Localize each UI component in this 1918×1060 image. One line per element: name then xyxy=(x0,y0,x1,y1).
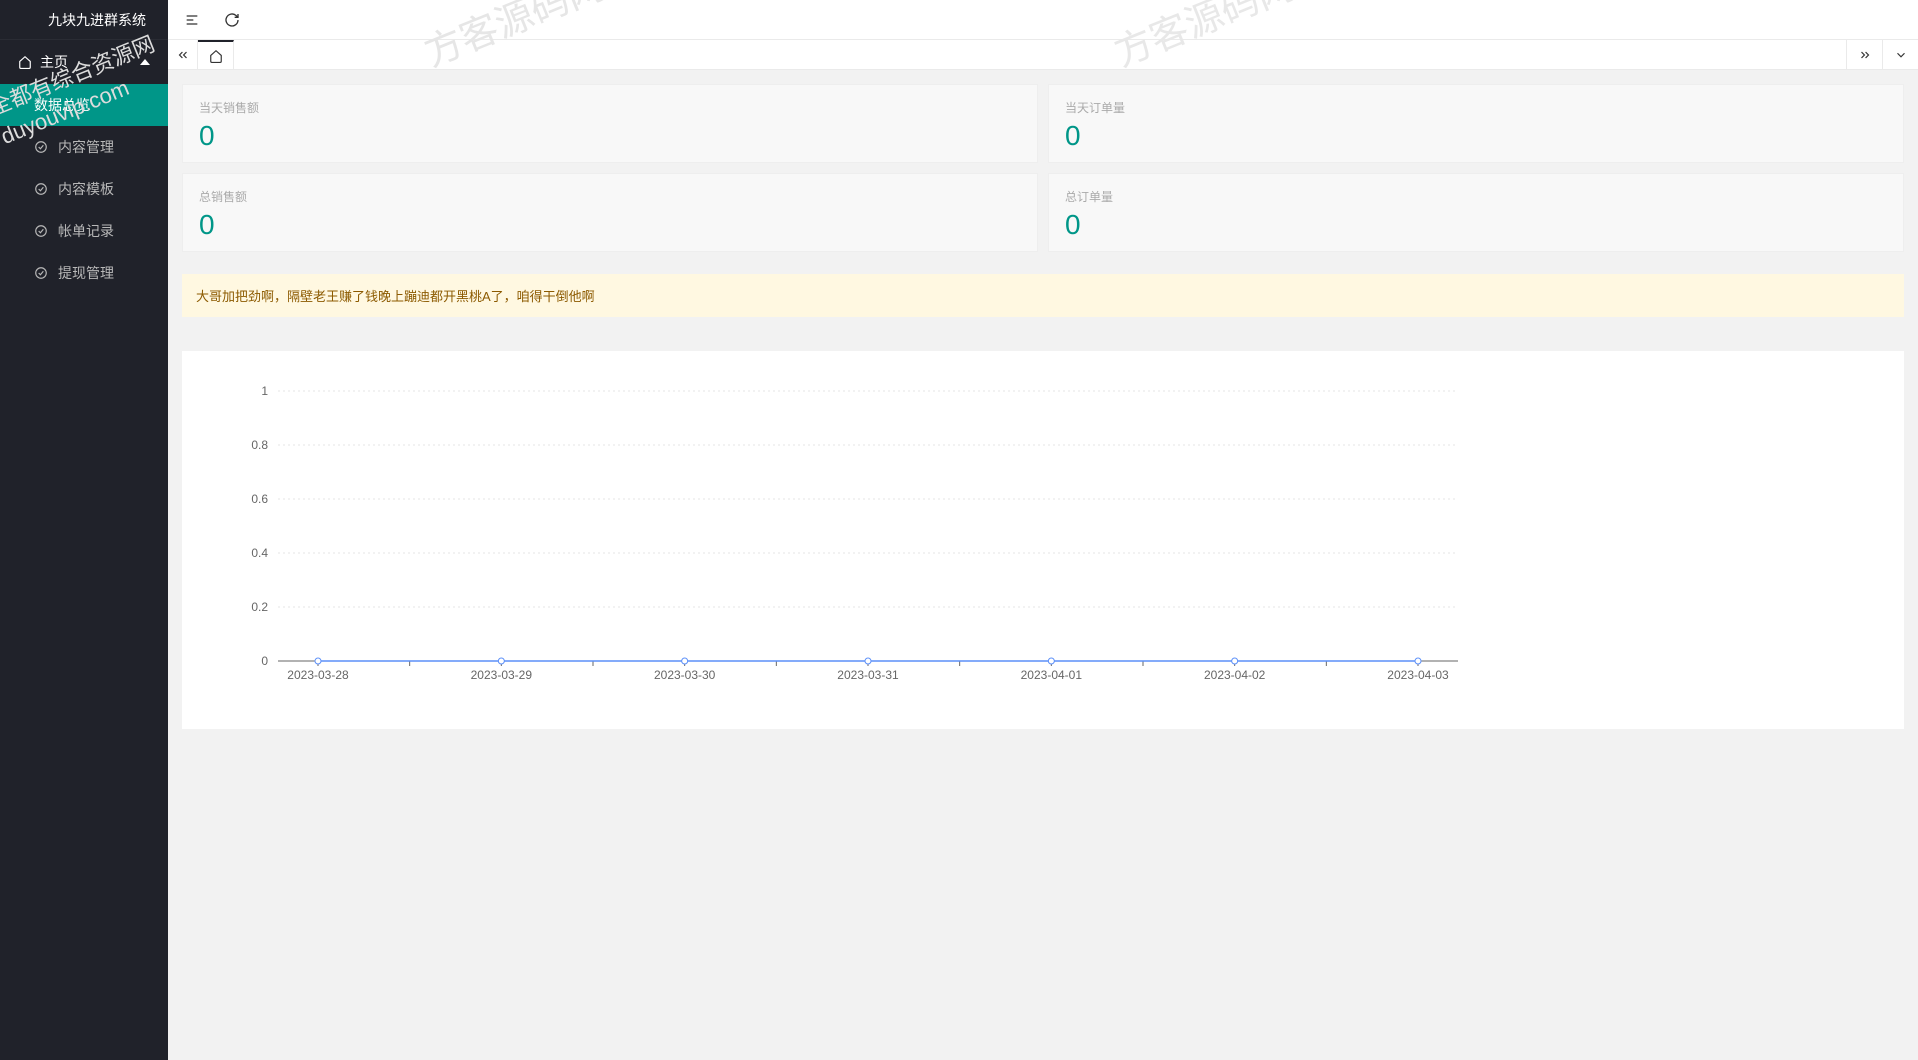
nav-group-label: 主页 xyxy=(40,40,68,84)
collapse-sidebar-button[interactable] xyxy=(182,10,202,30)
line-chart: 0 0.2 0.4 0.6 0.8 1 2023-03-28 2023-03-29 2023-0… xyxy=(208,381,1878,691)
sidebar-nav: 主页 数据总览 内容管理 内容模板 帐单记录 提现管理 xyxy=(0,40,168,294)
checkmark-icon xyxy=(34,224,48,238)
chart-panel: 0 0.2 0.4 0.6 0.8 1 2023-03-28 2023-03-29 2023-0… xyxy=(182,351,1904,729)
sidebar-item-content-manage[interactable]: 内容管理 xyxy=(0,126,168,168)
content-area: 当天销售额 0 当天订单量 0 总销售额 0 总订单量 0 大哥加把劲啊，隔壁老… xyxy=(168,70,1918,1060)
nav-item-label: 帐单记录 xyxy=(58,210,114,252)
svg-text:2023-03-31: 2023-03-31 xyxy=(837,668,899,682)
refresh-icon xyxy=(224,12,240,28)
checkmark-icon xyxy=(34,182,48,196)
topbar xyxy=(168,0,1918,40)
stat-label: 当天销售额 xyxy=(199,99,1021,116)
stat-label: 当天订单量 xyxy=(1065,99,1887,116)
menu-fold-icon xyxy=(184,12,200,28)
svg-text:2023-04-03: 2023-04-03 xyxy=(1387,668,1449,682)
tab-home[interactable] xyxy=(198,40,234,69)
tab-scroll-left[interactable] xyxy=(168,40,198,69)
home-icon xyxy=(18,55,32,69)
checkmark-icon xyxy=(34,140,48,154)
svg-text:0.8: 0.8 xyxy=(251,438,268,452)
nav-item-label: 提现管理 xyxy=(58,252,114,294)
sidebar: 九块九进群系统 主页 数据总览 内容管理 内容模板 xyxy=(0,0,168,1060)
chevron-double-right-icon xyxy=(1858,48,1872,62)
stat-card-total-orders: 总订单量 0 xyxy=(1048,173,1904,252)
svg-text:2023-04-02: 2023-04-02 xyxy=(1204,668,1266,682)
sidebar-item-withdraw-manage[interactable]: 提现管理 xyxy=(0,252,168,294)
chevron-down-icon xyxy=(1894,48,1908,62)
stat-value: 0 xyxy=(199,122,1021,150)
svg-text:0.6: 0.6 xyxy=(251,492,268,506)
app-title: 九块九进群系统 xyxy=(0,0,168,40)
caret-up-icon xyxy=(140,59,150,65)
home-icon xyxy=(209,49,223,63)
refresh-button[interactable] xyxy=(222,10,242,30)
svg-text:0.4: 0.4 xyxy=(251,546,268,560)
stat-value: 0 xyxy=(1065,122,1887,150)
nav-item-label: 内容管理 xyxy=(58,126,114,168)
stat-card-total-sales: 总销售额 0 xyxy=(182,173,1038,252)
svg-text:1: 1 xyxy=(261,384,268,398)
svg-text:0.2: 0.2 xyxy=(251,600,268,614)
stat-card-today-orders: 当天订单量 0 xyxy=(1048,84,1904,163)
tab-scroll-right[interactable] xyxy=(1846,40,1882,69)
checkmark-icon xyxy=(34,266,48,280)
nav-item-label: 数据总览 xyxy=(34,84,90,126)
sidebar-item-billing-records[interactable]: 帐单记录 xyxy=(0,210,168,252)
svg-text:2023-03-28: 2023-03-28 xyxy=(287,668,349,682)
chevron-double-left-icon xyxy=(176,48,190,62)
stat-card-today-sales: 当天销售额 0 xyxy=(182,84,1038,163)
nav-group-home[interactable]: 主页 xyxy=(0,40,168,84)
stat-value: 0 xyxy=(1065,211,1887,239)
svg-text:2023-03-29: 2023-03-29 xyxy=(471,668,533,682)
nav-item-label: 内容模板 xyxy=(58,168,114,210)
tabbar xyxy=(168,40,1918,70)
notice-banner: 大哥加把劲啊，隔壁老王赚了钱晚上蹦迪都开黑桃A了，咱得干倒他啊 xyxy=(182,274,1904,317)
main-area: 当天销售额 0 当天订单量 0 总销售额 0 总订单量 0 大哥加把劲啊，隔壁老… xyxy=(168,0,1918,1060)
chart-svg: 0 0.2 0.4 0.6 0.8 1 2023-03-28 2023-03-29 2023-0… xyxy=(208,381,1488,691)
tab-more-button[interactable] xyxy=(1882,40,1918,69)
svg-text:2023-03-30: 2023-03-30 xyxy=(654,668,716,682)
svg-text:0: 0 xyxy=(261,654,268,668)
stat-value: 0 xyxy=(199,211,1021,239)
sidebar-item-content-template[interactable]: 内容模板 xyxy=(0,168,168,210)
svg-text:2023-04-01: 2023-04-01 xyxy=(1021,668,1083,682)
stat-label: 总订单量 xyxy=(1065,188,1887,205)
stat-label: 总销售额 xyxy=(199,188,1021,205)
stats-grid: 当天销售额 0 当天订单量 0 总销售额 0 总订单量 0 xyxy=(182,84,1904,252)
sidebar-item-overview[interactable]: 数据总览 xyxy=(0,84,168,126)
